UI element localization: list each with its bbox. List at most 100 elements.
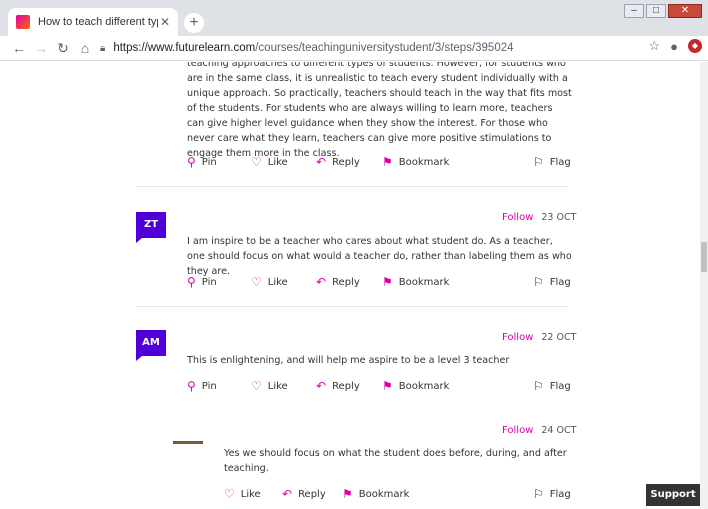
flag-button[interactable]: ⚐ Flag [533,156,571,168]
page-content: teaching approaches to different types o… [0,62,700,509]
previous-comment-text: teaching approaches to different types o… [187,62,572,159]
bookmark-icon: ⚑ [382,275,393,289]
bookmark-button[interactable]: ⚑ Bookmark [342,488,409,500]
divider [136,186,568,187]
like-button[interactable]: ♡ Like [251,276,288,288]
scrollbar-thumb[interactable] [701,242,707,272]
comment-date: 24 OCT [541,425,577,436]
extension-icon[interactable]: ◆ [688,39,702,53]
avatar[interactable] [173,441,203,449]
follow-button[interactable]: Follow [502,212,533,223]
avatar[interactable]: ZT [136,212,166,243]
reload-icon[interactable]: ↻ [52,40,74,57]
flag-label: Flag [549,380,571,392]
heart-icon: ♡ [251,379,262,393]
reply-button[interactable]: ↶ Reply [316,276,360,288]
reply-label: Reply [298,488,326,500]
reply-icon: ↶ [316,379,327,393]
reply-button[interactable]: ↶ Reply [282,488,326,500]
toolbar-right: ☆ ● ◆ [648,38,702,54]
flag-icon: ⚐ [533,487,544,501]
bookmark-label: Bookmark [358,488,410,500]
like-button[interactable]: ♡ Like [251,156,288,168]
comment-text: I am inspire to be a teacher who cares a… [187,236,572,277]
comment-meta: Follow 24 OCT [502,425,576,436]
flag-icon: ⚐ [533,379,544,393]
heart-icon: ♡ [251,275,262,289]
close-window-icon[interactable]: ✕ [668,4,702,18]
pin-label: Pin [201,380,217,392]
reply-label: Reply [332,380,360,392]
bookmark-icon: ⚑ [382,379,393,393]
flag-icon: ⚐ [533,275,544,289]
support-button[interactable]: Support [646,484,700,506]
lock-icon: 🔒︎ [100,42,106,54]
comment-actions: ⚲ Pin ♡ Like ↶ Reply ⚑ Bookmark ⚐ Flag [187,380,571,396]
address-bar[interactable]: 🔒︎ https://www.futurelearn.com/courses/t… [100,37,660,59]
comment-date: 23 OCT [541,212,577,223]
comment-text: Yes we should focus on what the student … [224,448,567,474]
avatar[interactable]: AM [136,330,166,361]
reply-button[interactable]: ↶ Reply [316,156,360,168]
bookmark-icon: ⚑ [382,155,393,169]
like-label: Like [267,276,288,288]
bookmark-label: Bookmark [398,380,450,392]
comment-date: 22 OCT [541,332,577,343]
reply-icon: ↶ [282,487,293,501]
new-tab-button[interactable]: + [184,13,204,33]
pin-button[interactable]: ⚲ Pin [187,156,217,168]
home-icon[interactable]: ⌂ [74,40,96,56]
bookmark-button[interactable]: ⚑ Bookmark [382,156,449,168]
account-icon[interactable]: ● [670,39,678,54]
url-text: https://www.futurelearn.com/courses/teac… [113,42,513,54]
like-label: Like [267,380,288,392]
reply-label: Reply [332,276,360,288]
comment-meta: Follow 22 OCT [502,332,576,343]
tab-title: How to teach different types of s [38,16,158,28]
flag-label: Flag [549,156,571,168]
comment-text: This is enlightening, and will help me a… [187,355,510,366]
flag-button[interactable]: ⚐ Flag [533,276,571,288]
pin-button[interactable]: ⚲ Pin [187,276,217,288]
bookmark-button[interactable]: ⚑ Bookmark [382,380,449,392]
back-arrow-icon[interactable]: ← [8,40,30,56]
browser-titlebar: How to teach different types of s ✕ + ‒ … [0,0,708,36]
like-label: Like [240,488,261,500]
maximize-icon[interactable]: □ [646,4,666,18]
pin-icon: ⚲ [187,275,196,289]
pin-label: Pin [201,276,217,288]
divider [136,306,568,307]
follow-button[interactable]: Follow [502,425,533,436]
pin-label: Pin [201,156,217,168]
star-icon[interactable]: ☆ [648,38,660,54]
flag-button[interactable]: ⚐ Flag [533,488,571,500]
bookmark-label: Bookmark [398,156,450,168]
forward-arrow-icon[interactable]: → [30,40,52,56]
comment-actions: ♡ Like ↶ Reply ⚑ Bookmark ⚐ Flag [224,488,571,504]
reply-button[interactable]: ↶ Reply [316,380,360,392]
pin-button[interactable]: ⚲ Pin [187,380,217,392]
browser-tab[interactable]: How to teach different types of s ✕ [8,8,178,36]
previous-comment-actions: ⚲ Pin ♡ Like ↶ Reply ⚑ Bookmark ⚐ Flag [187,156,571,172]
bookmark-button[interactable]: ⚑ Bookmark [382,276,449,288]
close-tab-icon[interactable]: ✕ [160,15,170,29]
flag-button[interactable]: ⚐ Flag [533,380,571,392]
scrollbar[interactable] [700,62,708,509]
reply-icon: ↶ [316,275,327,289]
minimize-icon[interactable]: ‒ [624,4,644,18]
like-button[interactable]: ♡ Like [251,380,288,392]
like-label: Like [267,156,288,168]
follow-button[interactable]: Follow [502,332,533,343]
pin-icon: ⚲ [187,155,196,169]
url-path: /courses/teachinguniversitystudent/3/ste… [255,42,514,54]
flag-label: Flag [549,276,571,288]
like-button[interactable]: ♡ Like [224,488,261,500]
bookmark-label: Bookmark [398,276,450,288]
bookmark-icon: ⚑ [342,487,353,501]
pin-icon: ⚲ [187,379,196,393]
reply-icon: ↶ [316,155,327,169]
futurelearn-favicon-icon [16,15,30,29]
heart-icon: ♡ [251,155,262,169]
reply-label: Reply [332,156,360,168]
comment-meta: Follow 23 OCT [502,212,576,223]
